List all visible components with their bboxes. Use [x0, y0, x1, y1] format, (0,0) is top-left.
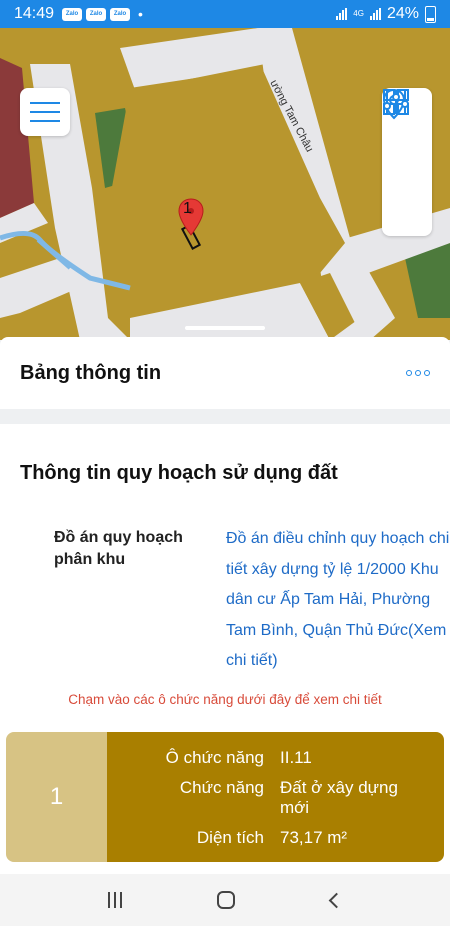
recent-apps-icon[interactable]	[107, 892, 122, 908]
card-row: Ô chức năng II.11	[107, 748, 444, 768]
hamburger-icon-bar	[30, 120, 60, 122]
back-icon[interactable]	[328, 892, 345, 908]
card-row: Diện tích 73,17 m²	[107, 828, 444, 848]
location-pin-icon[interactable]	[382, 88, 423, 178]
plan-detail-link[interactable]: Đồ án điều chỉnh quy hoạch chi tiết xây …	[226, 524, 450, 677]
zalo-notification-icon: Zalo	[62, 7, 83, 21]
info-panel-header: Bảng thông tin	[0, 337, 450, 409]
card-details: Ô chức năng II.11 Chức năng Đất ở xây dự…	[107, 732, 444, 862]
status-bar: 14:49 Zalo Zalo Zalo • 4G 24%	[0, 0, 450, 28]
card-row: Chức năng Đất ở xây dựng mới	[107, 778, 444, 818]
marker-number: 1	[183, 200, 192, 217]
card-index-number: 1	[49, 783, 64, 810]
map-toolbar	[382, 88, 432, 236]
cell-signal-icon	[369, 8, 381, 20]
card-value: 73,17 m²	[280, 828, 348, 847]
filter-sliders-icon[interactable]	[383, 90, 423, 223]
land-use-info: Thông tin quy hoạch sử dụng đất Đồ án qu…	[0, 424, 450, 874]
status-right: 4G 24%	[336, 5, 436, 23]
network-type: 4G	[353, 9, 364, 18]
card-key: Diện tích	[196, 828, 264, 847]
plan-label: Đồ án quy hoạch phân khu	[54, 529, 183, 568]
zalo-notification-icon: Zalo	[86, 7, 107, 21]
notification-dot: •	[138, 6, 143, 22]
hint-text: Chạm vào các ô chức năng dưới đây để xem…	[68, 692, 382, 707]
card-key: Chức năng	[179, 778, 264, 797]
battery-percent: 24%	[386, 5, 419, 22]
hamburger-icon-bar	[30, 111, 60, 113]
section-title: Thông tin quy hoạch sử dụng đất	[20, 462, 338, 484]
more-options-icon[interactable]	[406, 370, 430, 376]
home-icon[interactable]	[217, 891, 236, 909]
card-key: Ô chức năng	[165, 748, 264, 767]
function-cell-card[interactable]: 1 Ô chức năng II.11 Chức năng Đất ở xây …	[6, 732, 444, 862]
status-time: 14:49	[14, 5, 55, 22]
drag-handle[interactable]	[185, 326, 265, 330]
hamburger-icon-bar	[30, 102, 60, 104]
battery-icon	[425, 5, 436, 23]
menu-button[interactable]	[20, 88, 70, 136]
card-value: II.11	[280, 748, 312, 767]
planning-map[interactable]: 1 ường Tam Châu	[0, 28, 450, 340]
zalo-notification-icon: Zalo	[110, 7, 131, 21]
card-index: 1	[6, 732, 107, 862]
wifi-signal-icon	[336, 8, 348, 20]
panel-title: Bảng thông tin	[20, 361, 162, 384]
card-value: Đất ở xây dựng mới	[280, 778, 398, 817]
system-nav-bar	[0, 874, 450, 926]
